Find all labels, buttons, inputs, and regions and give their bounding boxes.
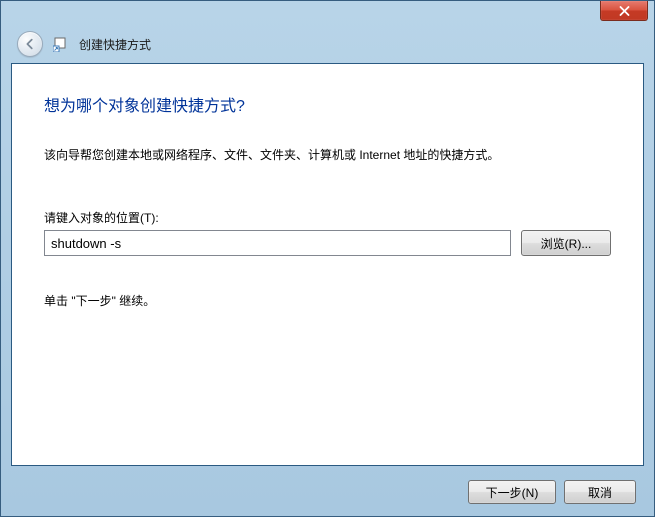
shortcut-icon — [53, 36, 69, 52]
input-row: 浏览(R)... — [44, 230, 611, 256]
browse-button[interactable]: 浏览(R)... — [521, 230, 611, 256]
close-icon — [619, 6, 630, 16]
close-button[interactable] — [600, 1, 648, 21]
description-text: 该向导帮您创建本地或网络程序、文件、文件夹、计算机或 Internet 地址的快… — [44, 146, 611, 165]
back-button[interactable] — [17, 31, 43, 57]
location-label: 请键入对象的位置(T): — [44, 209, 611, 226]
continue-hint: 单击 "下一步" 继续。 — [44, 292, 611, 309]
page-heading: 想为哪个对象创建快捷方式? — [44, 92, 611, 116]
arrow-left-icon — [23, 37, 37, 51]
titlebar — [1, 1, 654, 29]
location-input[interactable] — [44, 230, 511, 256]
next-button[interactable]: 下一步(N) — [468, 480, 556, 504]
footer-buttons: 下一步(N) 取消 — [468, 480, 636, 504]
cancel-button[interactable]: 取消 — [564, 480, 636, 504]
window-title: 创建快捷方式 — [79, 36, 151, 53]
content-area: 想为哪个对象创建快捷方式? 该向导帮您创建本地或网络程序、文件、文件夹、计算机或… — [11, 63, 644, 466]
wizard-window: 创建快捷方式 想为哪个对象创建快捷方式? 该向导帮您创建本地或网络程序、文件、文… — [0, 0, 655, 517]
header-row: 创建快捷方式 — [1, 29, 654, 59]
